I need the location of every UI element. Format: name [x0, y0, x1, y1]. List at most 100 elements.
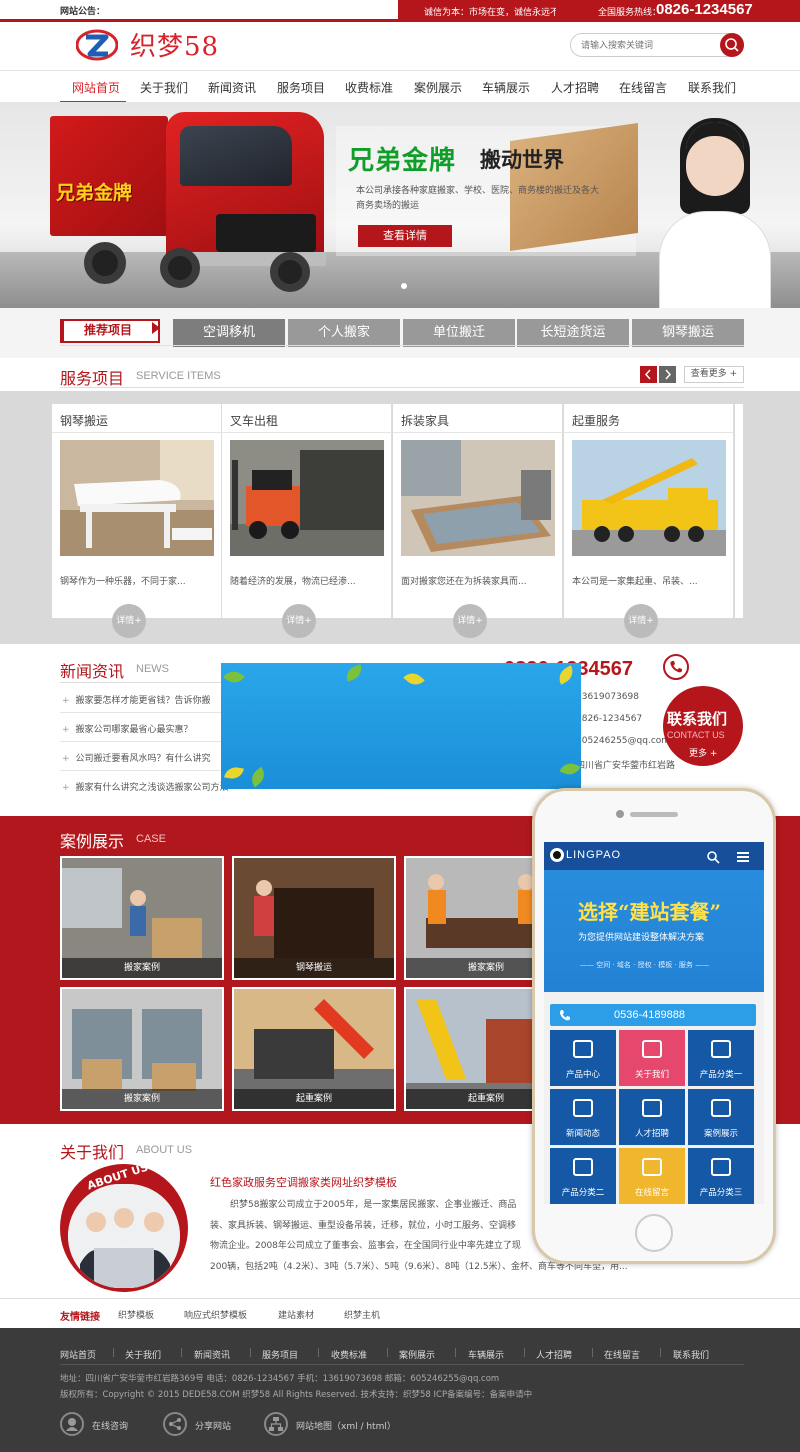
- service-detail-button[interactable]: 详情+: [112, 604, 146, 638]
- hotline-label: 全国服务热线：: [598, 8, 662, 18]
- friend-link[interactable]: 建站素材: [278, 1308, 314, 1321]
- about-paragraph-line: 物流企业。2008年公司成立了董事会、监事会，在全国同行业中率先建立了现: [210, 1241, 521, 1251]
- mobile-tile[interactable]: 在线留言: [619, 1148, 685, 1204]
- services-title-en: SERVICE ITEMS: [136, 370, 221, 382]
- nav-cases[interactable]: 案例展示: [414, 79, 462, 96]
- recommend-tab[interactable]: 个人搬家: [288, 319, 400, 347]
- footer-nav-item[interactable]: 案例展示: [399, 1348, 435, 1361]
- footer-nav-item[interactable]: 收费标准: [331, 1348, 367, 1361]
- service-desc: 随着经济的发展，物流已经渗...: [230, 577, 356, 587]
- nav-home[interactable]: 网站首页: [72, 79, 120, 96]
- service-title: 拆装家具: [401, 414, 450, 428]
- nav-vehicles[interactable]: 车辆展示: [482, 79, 530, 96]
- footer-nav-item[interactable]: 在线留言: [604, 1348, 640, 1361]
- footer-nav-item[interactable]: 车辆展示: [468, 1348, 504, 1361]
- nav-about[interactable]: 关于我们: [140, 79, 188, 96]
- woman-body: [660, 212, 770, 308]
- mobile-tile[interactable]: 关于我们: [619, 1030, 685, 1086]
- search-icon: [725, 38, 739, 52]
- mobile-tile-icon: [642, 1099, 662, 1117]
- slider-dot[interactable]: [401, 283, 407, 289]
- friend-link[interactable]: 织梦模板: [118, 1308, 154, 1321]
- services-next-button[interactable]: [659, 366, 676, 383]
- case-caption: 搬家案例: [62, 958, 222, 978]
- recommend-tab[interactable]: 长短途货运: [517, 319, 629, 347]
- nav-news[interactable]: 新闻资讯: [208, 79, 256, 96]
- mobile-tile[interactable]: 产品中心: [550, 1030, 616, 1086]
- case-card[interactable]: 钢琴搬运: [232, 856, 396, 980]
- about-subtitle[interactable]: 红色家政服务空调搬家类网址织梦模板: [210, 1174, 397, 1190]
- footer-nav-item[interactable]: 服务项目: [262, 1348, 298, 1361]
- service-detail-button[interactable]: 详情+: [282, 604, 316, 638]
- services-prev-button[interactable]: [640, 366, 657, 383]
- banner-detail-button[interactable]: 查看详情: [358, 225, 452, 247]
- service-card[interactable]: 拆装家具 面对搬家您还在为拆装家具而... 详情+: [393, 404, 563, 638]
- nav-message[interactable]: 在线留言: [619, 79, 667, 96]
- mobile-tile[interactable]: 人才招聘: [619, 1089, 685, 1145]
- main-nav: 网站首页 关于我们 新闻资讯 服务项目 收费标准 案例展示 车辆展示 人才招聘 …: [0, 70, 800, 103]
- recommend-tab[interactable]: 钢琴搬运: [632, 319, 744, 347]
- about-paragraph-line: 织梦58搬家公司成立于2005年，是一家集居民搬家、企事业搬迁、商品: [230, 1200, 517, 1210]
- mobile-tile[interactable]: 产品分类三: [688, 1148, 754, 1204]
- mobile-logo-icon: [550, 848, 564, 862]
- ad-overlay[interactable]: [221, 663, 581, 789]
- recommend-arrow-icon: [152, 322, 160, 334]
- mobile-menu-icon[interactable]: [736, 850, 750, 864]
- service-card[interactable]: 叉车出租 随着经济的发展，物流已经渗... 详情+: [222, 404, 392, 638]
- search-button[interactable]: [720, 33, 744, 57]
- recommend-tab[interactable]: 单位搬迁: [403, 319, 515, 347]
- mobile-tile[interactable]: 产品分类二: [550, 1148, 616, 1204]
- news-item[interactable]: + 搬家有什么讲究之浅谈选搬家公司方法: [62, 780, 229, 793]
- mobile-tile[interactable]: 新闻动态: [550, 1089, 616, 1145]
- leaf-decoration: [343, 664, 365, 682]
- leaf-decoration: [247, 766, 269, 788]
- mobile-tile-label: 在线留言: [634, 1188, 669, 1198]
- mobile-phone-number[interactable]: 0536-4189888: [614, 1009, 685, 1021]
- footer-nav-item[interactable]: 网站首页: [60, 1348, 96, 1361]
- logo-text[interactable]: 织梦58: [130, 26, 219, 63]
- recommend-tab[interactable]: 空调移机: [173, 319, 285, 347]
- truck-wheel: [84, 242, 126, 284]
- mobile-search-icon[interactable]: [706, 850, 720, 864]
- mobile-tile[interactable]: 产品分类一: [688, 1030, 754, 1086]
- mobile-tile[interactable]: 案例展示: [688, 1089, 754, 1145]
- case-card[interactable]: 搬家案例: [60, 856, 224, 980]
- news-item-text[interactable]: 搬家要怎样才能更省钱？告诉你搬: [76, 696, 211, 706]
- service-detail-button[interactable]: 详情+: [624, 604, 658, 638]
- mobile-tile-label: 人才招聘: [634, 1129, 669, 1139]
- nav-pricing[interactable]: 收费标准: [345, 79, 393, 96]
- leaf-decoration: [555, 665, 577, 685]
- nav-services[interactable]: 服务项目: [277, 79, 325, 96]
- news-item-text[interactable]: 搬家公司哪家最省心最实惠？: [76, 725, 193, 735]
- services-more-link[interactable]: 查看更多 +: [684, 366, 744, 383]
- search-input[interactable]: [581, 38, 721, 52]
- contact-tel: 0826-1234567: [576, 714, 643, 724]
- logo-icon[interactable]: [76, 28, 118, 62]
- service-desc: 钢琴作为一种乐器，不同于家...: [60, 577, 186, 587]
- footer-nav-item[interactable]: 联系我们: [673, 1348, 709, 1361]
- friend-link[interactable]: 织梦主机: [344, 1308, 380, 1321]
- news-item-text[interactable]: 搬家有什么讲究之浅谈选搬家公司方法: [76, 783, 229, 793]
- nav-jobs[interactable]: 人才招聘: [551, 79, 599, 96]
- news-item-text[interactable]: 公司搬迁要看风水吗？有什么讲究: [76, 754, 211, 764]
- contact-address: 四川省广安华蓥市红岩路: [576, 761, 676, 771]
- contact-more-link[interactable]: 更多 +: [689, 746, 717, 759]
- hero-banner[interactable]: 兄弟金牌 兄弟金牌 搬动世界 本公司承接各种家庭搬家、学校、医院、商务楼的搬迁及…: [0, 102, 800, 308]
- service-card[interactable]: 钢琴搬运 钢琴作为一种乐器，不同于家... 详情+: [52, 404, 222, 638]
- footer-nav-item[interactable]: 人才招聘: [536, 1348, 572, 1361]
- news-item[interactable]: + 公司搬迁要看风水吗？有什么讲究: [62, 751, 211, 764]
- service-detail-button[interactable]: 详情+: [453, 604, 487, 638]
- nav-contact[interactable]: 联系我们: [688, 79, 736, 96]
- case-card[interactable]: 起重案例: [232, 987, 396, 1111]
- service-title: 起重服务: [572, 414, 621, 428]
- mobile-tile-icon: [573, 1040, 593, 1058]
- service-card[interactable]: 起重服务 本公司是一家集起重、吊装、... 详情+: [564, 404, 734, 638]
- news-item[interactable]: + 搬家要怎样才能更省钱？告诉你搬: [62, 693, 211, 706]
- footer-nav-item[interactable]: 新闻资讯: [194, 1348, 230, 1361]
- footer-nav-item[interactable]: 关于我们: [125, 1348, 161, 1361]
- leaf-decoration: [224, 765, 244, 781]
- news-item[interactable]: + 搬家公司哪家最省心最实惠？: [62, 722, 193, 735]
- case-card[interactable]: 搬家案例: [60, 987, 224, 1111]
- friend-link[interactable]: 响应式织梦模板: [184, 1308, 247, 1321]
- mobile-brand[interactable]: LINGPAO: [566, 849, 621, 861]
